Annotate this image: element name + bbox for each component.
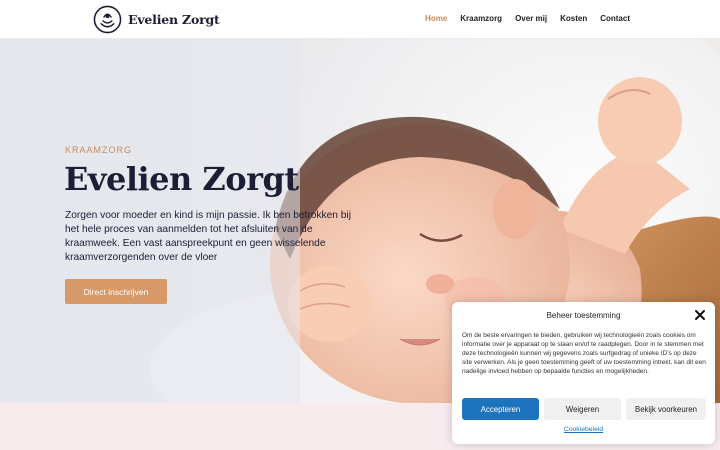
hero-kicker: KRAAMZORG — [65, 145, 133, 155]
brand-name: Evelien Zorgt — [128, 12, 220, 27]
hero-text: Zorgen voor moeder en kind is mijn passi… — [65, 210, 351, 263]
mother-child-logo-icon — [93, 5, 122, 34]
cookie-policy-link[interactable]: Cookiebeleid — [452, 426, 715, 433]
nav-kosten[interactable]: Kosten — [560, 14, 587, 23]
brand-logo[interactable]: Evelien Zorgt — [93, 5, 220, 34]
site-header: Evelien Zorgt Home Kraamzorg Over mij Ko… — [0, 0, 720, 39]
hero-title: Evelien Zorgt — [64, 160, 299, 198]
consent-title: Beheer toestemming — [546, 311, 621, 320]
view-preferences-button[interactable]: Bekijk voorkeuren — [626, 398, 706, 420]
nav-kraamzorg[interactable]: Kraamzorg — [460, 14, 502, 23]
nav-contact[interactable]: Contact — [600, 14, 630, 23]
nav-over-mij[interactable]: Over mij — [515, 14, 547, 23]
signup-button[interactable]: Direct inschrijven — [65, 279, 167, 304]
close-icon[interactable] — [694, 309, 706, 321]
accept-button[interactable]: Accepteren — [462, 398, 539, 420]
deny-button[interactable]: Weigeren — [544, 398, 621, 420]
main-nav: Home Kraamzorg Over mij Kosten Contact — [425, 14, 630, 23]
consent-text: Om de beste ervaringen te bieden, gebrui… — [462, 332, 706, 376]
cookie-consent-dialog: Beheer toestemming Om de beste ervaringe… — [452, 302, 715, 444]
nav-home[interactable]: Home — [425, 14, 447, 23]
